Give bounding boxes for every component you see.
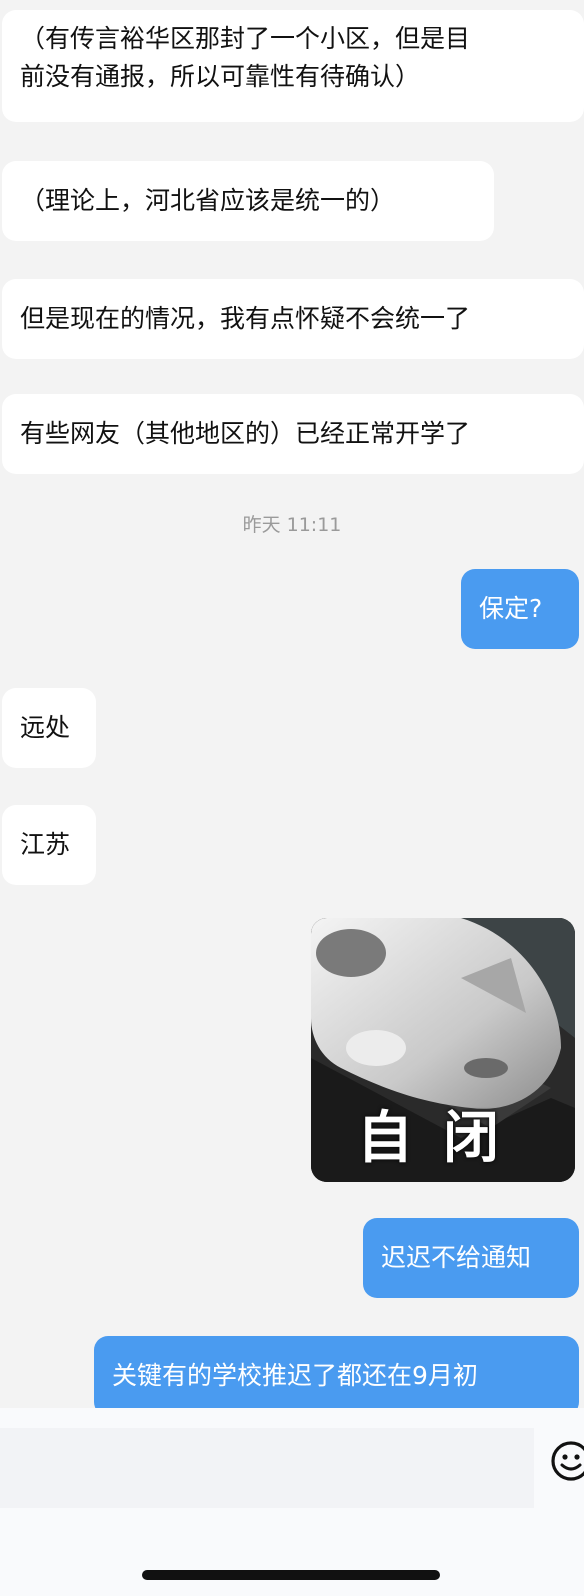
message-bubble-incoming[interactable]: 江苏 [2,805,96,885]
message-bubble-outgoing[interactable]: 迟迟不给通知 [363,1218,579,1298]
message-text: 迟迟不给通知 [381,1243,532,1272]
message-text: （有传言裕华区那封了一个小区，但是目 [20,24,471,53]
timestamp: 昨天 11:11 [242,514,342,536]
message-text: 江苏 [20,830,71,859]
message-bubble-incoming[interactable]: 但是现在的情况，我有点怀疑不会统一了 [2,279,584,359]
message-bubble-incoming[interactable]: （有传言裕华区那封了一个小区，但是目 前没有通报，所以可靠性有待确认） [2,10,584,122]
message-text: 有些网友（其他地区的）已经正常开学了 [20,419,471,448]
smiley-icon[interactable] [550,1440,584,1482]
message-input-field[interactable] [0,1428,534,1508]
message-text: 关键有的学校推迟了都还在9月初 [112,1361,478,1390]
sticker-image[interactable]: 自闭 [311,918,575,1182]
home-indicator[interactable] [142,1570,440,1580]
message-text: 远处 [20,713,71,742]
message-bubble-incoming[interactable]: 远处 [2,688,96,768]
message-text: （理论上，河北省应该是统一的） [20,186,396,215]
message-text: 保定? [479,594,543,623]
message-text: 但是现在的情况，我有点怀疑不会统一了 [20,304,471,333]
message-bubble-incoming[interactable]: 有些网友（其他地区的）已经正常开学了 [2,394,584,474]
message-input-bar [0,1408,584,1596]
message-bubble-outgoing[interactable]: 关键有的学校推迟了都还在9月初 [94,1336,579,1416]
message-text: 前没有通报，所以可靠性有待确认） [20,62,421,91]
sticker-caption: 自闭 [357,1106,529,1171]
message-bubble-outgoing[interactable]: 保定? [461,569,579,649]
message-bubble-incoming[interactable]: （理论上，河北省应该是统一的） [2,161,494,241]
